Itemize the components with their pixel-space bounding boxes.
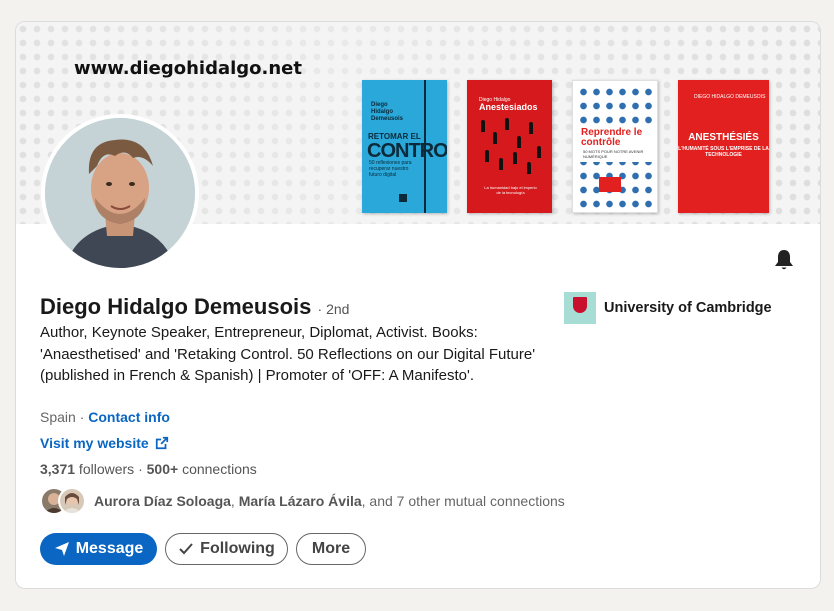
connections-count[interactable]: 500+: [147, 461, 179, 477]
location-row: Spain · Contact info: [40, 409, 170, 425]
message-button[interactable]: Message: [40, 533, 157, 565]
more-button[interactable]: More: [296, 533, 366, 565]
school-name: University of Cambridge: [604, 300, 772, 316]
book-cover-retomar-el-control: Diego Hidalgo Demeusois RETOMAR EL CONTR…: [362, 80, 447, 213]
cambridge-logo: [564, 292, 596, 324]
send-icon: [54, 542, 69, 556]
visit-website-link[interactable]: Visit my website: [40, 435, 149, 451]
website-row[interactable]: Visit my website: [40, 435, 169, 451]
bell-icon[interactable]: [772, 248, 796, 272]
profile-photo: [45, 118, 195, 268]
location-text: Spain: [40, 409, 76, 425]
book-cover-anesthesies: DIEGO HIDALGO DEMEUSOIS ANESTHÉSIÉS L'HU…: [678, 80, 769, 213]
shield-icon: [573, 297, 587, 313]
external-link-icon: [155, 436, 168, 450]
contact-info-link[interactable]: Contact info: [88, 409, 170, 425]
mutual-avatar: [58, 487, 86, 515]
profile-name[interactable]: Diego Hidalgo Demeusois: [40, 294, 311, 319]
profile-headline: Author, Keynote Speaker, Entrepreneur, D…: [40, 324, 536, 384]
profile-card: www.diegohidalgo.net Diego Hidalgo Demeu…: [15, 21, 821, 589]
profile-name-row: Diego Hidalgo Demeusois · 2nd: [40, 294, 349, 320]
book-cover-reprendre-le-controle: Reprendre le contrôle 50 MOTS POUR NOTRE…: [572, 80, 658, 213]
education-entry[interactable]: University of Cambridge: [564, 292, 772, 324]
mutual-connections-row[interactable]: Aurora Díaz Soloaga, María Lázaro Ávila,…: [40, 487, 565, 515]
stats-row: 3,371 followers · 500+ connections: [40, 461, 257, 477]
banner-website-text: www.diegohidalgo.net: [74, 58, 302, 79]
followers-count: 3,371: [40, 461, 76, 477]
book-cover-anestesiados: Diego Hidalgo Anestesiados La humanidad …: [467, 80, 552, 213]
following-button[interactable]: Following: [165, 533, 288, 565]
mutual-connections-text: Aurora Díaz Soloaga, María Lázaro Ávila,…: [94, 493, 565, 509]
connection-degree: · 2nd: [317, 301, 350, 317]
check-icon: [179, 543, 193, 555]
profile-avatar[interactable]: [41, 114, 199, 272]
